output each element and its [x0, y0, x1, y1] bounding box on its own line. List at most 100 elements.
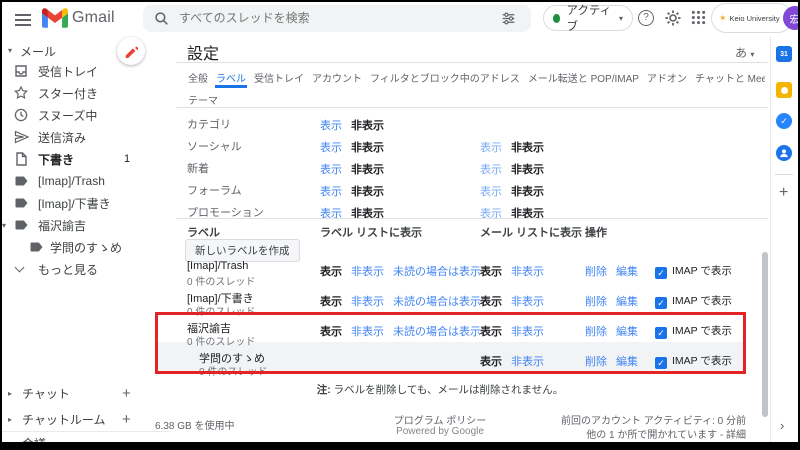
divider — [770, 36, 771, 442]
contacts-icon[interactable] — [776, 145, 792, 161]
show-if-unread-link[interactable]: 未読の場合は表示 — [393, 296, 481, 308]
hide-link[interactable]: 非表示 — [351, 296, 384, 308]
sidebar-item-label: 福沢諭吉 — [38, 217, 86, 234]
show-link[interactable]: 表示 — [480, 164, 502, 176]
column-header-mail: メール リストに表示 — [480, 224, 582, 240]
tab-inbox[interactable]: 受信トレイ — [253, 68, 305, 88]
tasks-icon[interactable]: ✓ — [776, 113, 792, 129]
sidebar-item-label: 送信済み — [38, 129, 86, 146]
show-link[interactable]: 表示 — [320, 186, 342, 198]
tab-accounts[interactable]: アカウント — [311, 68, 363, 88]
edit-link[interactable]: 編集 — [616, 326, 638, 338]
storage-usage: 6.38 GB を使用中 — [155, 417, 234, 432]
calendar-icon[interactable]: 31 — [776, 46, 792, 62]
sidebar-item-drafts[interactable]: 下書き 1 — [0, 148, 175, 170]
search-options-icon[interactable] — [501, 11, 516, 26]
show-if-unread-link[interactable]: 未読の場合は表示 — [393, 326, 481, 338]
send-icon — [13, 129, 29, 145]
gmail-logo-icon — [42, 8, 68, 33]
show-current: 表示 — [320, 326, 342, 338]
tab-chat-meet[interactable]: チャットと Meet — [694, 68, 765, 88]
imap-checkbox[interactable]: ✓ — [655, 327, 667, 339]
tab-addons[interactable]: アドオン — [646, 68, 688, 88]
imap-checkbox[interactable]: ✓ — [655, 267, 667, 279]
hide-link[interactable]: 非表示 — [351, 266, 384, 278]
sidebar-item-chat-rooms[interactable]: ▸ チャットルーム + — [0, 407, 175, 431]
hide-link[interactable]: 非表示 — [511, 356, 544, 368]
show-current: 表示 — [480, 326, 502, 338]
tab-filters[interactable]: フィルタとブロック中のアドレス — [369, 68, 521, 88]
edit-link[interactable]: 編集 — [616, 266, 638, 278]
settings-tabs: 全般 ラベル 受信トレイ アカウント フィルタとブロック中のアドレス メール転送… — [187, 68, 765, 88]
tab-general[interactable]: 全般 — [187, 68, 209, 88]
mail-section-label[interactable]: メール — [20, 43, 56, 60]
hide-side-panel-icon[interactable]: › — [780, 418, 784, 433]
search-bar[interactable] — [143, 5, 531, 32]
help-icon[interactable]: ? — [638, 10, 654, 26]
scrollbar[interactable] — [762, 252, 768, 417]
show-link[interactable]: 表示 — [320, 142, 342, 154]
hide-link[interactable]: 非表示 — [511, 326, 544, 338]
account-chip[interactable]: ✶ Keio University 宏 — [711, 3, 793, 33]
avatar[interactable]: 宏 — [783, 6, 800, 30]
status-label: アクティブ — [566, 2, 613, 34]
show-link[interactable]: 表示 — [480, 186, 502, 198]
show-link[interactable]: 表示 — [320, 120, 342, 132]
sidebar-item-meet[interactable]: ▸ 会議 — [0, 431, 170, 450]
add-chat-icon[interactable]: + — [122, 385, 131, 402]
delete-link[interactable]: 削除 — [585, 266, 607, 278]
edit-link[interactable]: 編集 — [616, 296, 638, 308]
imap-checkbox[interactable]: ✓ — [655, 357, 667, 369]
sidebar-item-imap-trash[interactable]: [Imap]/Trash — [0, 170, 175, 192]
sidebar-item-gakumon[interactable]: 学問のすゝめ — [0, 236, 175, 258]
chevron-down-icon: ▾ — [619, 14, 623, 23]
sidebar-item-more[interactable]: もっと見る — [0, 258, 175, 280]
sidebar-item-fukuzawa[interactable]: ▾ 福沢諭吉 — [0, 214, 175, 236]
hide-current: 非表示 — [351, 142, 384, 154]
details-link[interactable]: 詳細 — [726, 430, 746, 441]
sidebar-item-starred[interactable]: スター付き — [0, 82, 175, 104]
sidebar-item-inbox[interactable]: 受信トレイ — [0, 60, 175, 82]
show-link[interactable]: 表示 — [320, 164, 342, 176]
tab-forwarding[interactable]: メール転送と POP/IMAP — [527, 68, 640, 88]
gmail-settings-app: Gmail アクティブ ▾ ? — [0, 0, 800, 450]
tab-labels[interactable]: ラベル — [215, 68, 247, 88]
search-input[interactable] — [179, 9, 479, 27]
hide-link[interactable]: 非表示 — [511, 296, 544, 308]
add-room-icon[interactable]: + — [122, 411, 131, 428]
main-menu-icon[interactable] — [15, 11, 31, 29]
expand-arrow-icon[interactable]: ▾ — [2, 221, 6, 230]
sidebar-item-label: [Imap]/下書き — [38, 195, 111, 212]
column-header-list: ラベル リストに表示 — [320, 224, 422, 240]
divider — [176, 218, 768, 219]
powered-by: Powered by Google — [330, 426, 550, 437]
show-link[interactable]: 表示 — [480, 142, 502, 154]
triangle-right-icon: ▸ — [8, 389, 12, 398]
label-icon — [13, 217, 29, 233]
status-selector[interactable]: アクティブ ▾ — [543, 5, 633, 31]
hide-current: 非表示 — [511, 142, 544, 154]
google-apps-grid-icon[interactable] — [691, 10, 706, 25]
show-current: 表示 — [320, 266, 342, 278]
hide-link[interactable]: 非表示 — [351, 326, 384, 338]
delete-link[interactable]: 削除 — [585, 296, 607, 308]
settings-gear-icon[interactable] — [664, 9, 682, 27]
get-addons-icon[interactable]: + — [779, 184, 788, 202]
sidebar-item-snoozed[interactable]: スヌーズ中 — [0, 104, 175, 126]
input-tools-button[interactable]: あ ▾ — [735, 44, 754, 61]
mail-section-collapse-icon[interactable]: ▾ — [8, 46, 12, 55]
triangle-right-icon: ▸ — [8, 439, 12, 448]
program-policies-link[interactable]: プログラム ポリシー — [330, 412, 550, 427]
sidebar-item-imap-drafts[interactable]: [Imap]/下書き — [0, 192, 175, 214]
sidebar-item-sent[interactable]: 送信済み — [0, 126, 175, 148]
imap-checkbox[interactable]: ✓ — [655, 297, 667, 309]
delete-link[interactable]: 削除 — [585, 326, 607, 338]
delete-link[interactable]: 削除 — [585, 356, 607, 368]
keep-icon[interactable] — [776, 82, 792, 98]
edit-link[interactable]: 編集 — [616, 356, 638, 368]
hide-current: 非表示 — [351, 164, 384, 176]
hide-link[interactable]: 非表示 — [511, 266, 544, 278]
sidebar-item-label: チャット — [22, 385, 70, 402]
sidebar-item-chat[interactable]: ▸ チャット + — [0, 381, 175, 405]
show-if-unread-link[interactable]: 未読の場合は表示 — [393, 266, 481, 278]
